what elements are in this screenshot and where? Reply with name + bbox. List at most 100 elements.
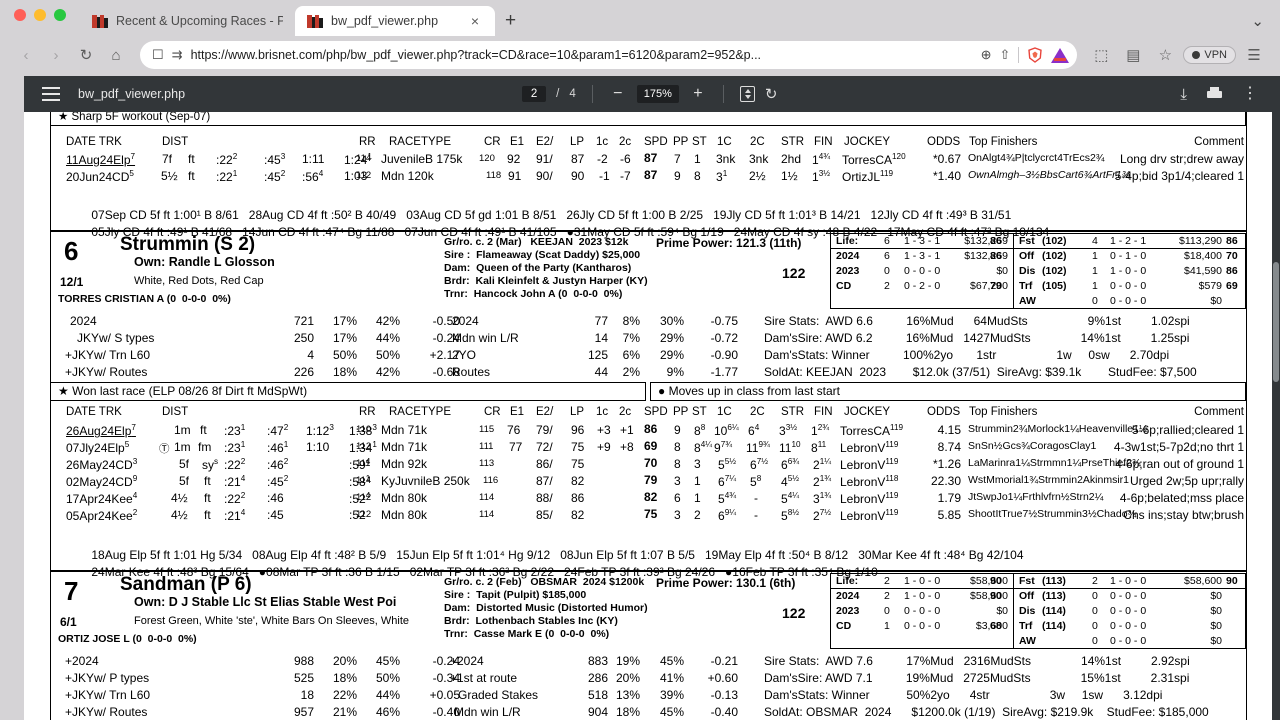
col-header-lp: LP xyxy=(570,406,585,418)
col-header-rr: RR xyxy=(359,136,376,148)
pp-row-str-pos: 45½ xyxy=(781,474,800,489)
pp-row-surface: ft xyxy=(204,491,211,505)
rotate-icon[interactable]: ↻ xyxy=(765,86,782,103)
record-left-spd: 90 xyxy=(990,575,1002,587)
pdf-download-icon[interactable]: ⤓ xyxy=(1180,86,1187,103)
record-right-par: (102) xyxy=(1042,235,1067,247)
pdf-zoom-out-button[interactable]: − xyxy=(609,86,627,102)
pdf-print-icon[interactable] xyxy=(1207,87,1222,101)
pp-row-st: 1 xyxy=(694,491,701,505)
home-button[interactable]: ⌂ xyxy=(102,41,130,69)
pdf-scrollbar[interactable] xyxy=(1272,112,1280,720)
shields-icon[interactable]: ⇉ xyxy=(172,47,183,63)
pdf-sidebar-toggle-icon[interactable] xyxy=(42,87,60,101)
record-left-starts: 6 xyxy=(884,250,890,262)
minimize-window-button[interactable] xyxy=(34,9,46,21)
pdf-page-stage[interactable]: ★ Sharp 5F workout (Sep-07) DATE TRK DIS… xyxy=(24,112,1280,720)
col-header-pp: PP xyxy=(673,136,689,148)
pp-row-lp: 82 xyxy=(571,508,585,522)
trainer-stat-itm: 9% xyxy=(666,365,684,379)
pp-row-spd: 69 xyxy=(644,439,658,453)
pp-row-spd: 86 xyxy=(644,422,658,436)
pp-row-frac2: :452 xyxy=(267,474,289,489)
pp-row-pp: 8 xyxy=(674,457,681,471)
pp-row-st: 1 xyxy=(694,152,701,166)
bookmark-icon[interactable]: ☐ xyxy=(152,47,164,63)
fit-page-icon[interactable] xyxy=(739,86,755,102)
divider xyxy=(1018,47,1020,63)
assigned-weight: 122 xyxy=(782,265,806,281)
record-right-label: Off xyxy=(1019,590,1035,602)
jockey-stat-label: +JKYw/ Routes xyxy=(65,365,148,379)
jockey-stat-starts: 18 xyxy=(300,688,314,702)
url-text[interactable]: https://www.brisnet.com/php/bw_pdf_viewe… xyxy=(191,48,973,62)
col-header-racetype: RACETYPE xyxy=(389,136,451,148)
window-menu-chevron-icon[interactable]: ⌄ xyxy=(1251,12,1264,30)
record-left-spd: 68 xyxy=(990,620,1002,632)
vpn-button[interactable]: VPN xyxy=(1183,46,1236,64)
program-number: 6 xyxy=(64,236,79,266)
trainer-stat-win: 7% xyxy=(622,331,640,345)
pp-row-rr: 112 xyxy=(356,441,372,452)
forward-button[interactable]: › xyxy=(42,41,70,69)
tab-bw-pdf-viewer[interactable]: bw_pdf_viewer.php × xyxy=(295,6,495,36)
tab-strip: Recent & Upcoming Races - Pow bw_pdf_vie… xyxy=(80,0,526,36)
wallet-icon[interactable]: ▤ xyxy=(1119,41,1147,69)
tab-title: bw_pdf_viewer.php xyxy=(331,14,439,28)
pp-row-surface: sys xyxy=(202,457,219,472)
jockey-stat-win: 21% xyxy=(332,705,357,719)
close-window-button[interactable] xyxy=(14,9,26,21)
close-tab-icon[interactable]: × xyxy=(467,13,483,29)
pp-row-cr: 114 xyxy=(479,509,495,520)
share-icon[interactable]: ⇧ xyxy=(999,47,1010,63)
pp-row-odds: 8.74 xyxy=(937,440,961,454)
pp-row-jockey: LebronV119 xyxy=(840,491,899,506)
note-box-sharp-workout xyxy=(50,112,1246,126)
jockey-stat-win: 22% xyxy=(332,688,357,702)
pp-row-jockey: LebronV119 xyxy=(840,440,899,455)
pdf-more-actions-icon[interactable]: ⋮ xyxy=(1242,86,1258,102)
turf-course-icon: Ⓣ xyxy=(159,443,170,455)
col-header-e2: E2/ xyxy=(536,406,554,418)
pp-row-pp: 7 xyxy=(674,152,681,166)
zoom-indicator-icon[interactable]: ⊕ xyxy=(981,47,992,63)
pp-row-rr: 112 xyxy=(356,170,372,181)
reload-button[interactable]: ↻ xyxy=(72,41,100,69)
pp-row-1c: +9 xyxy=(597,440,611,454)
pp-row-surface: fm xyxy=(198,440,212,454)
tab-recent-upcoming-races[interactable]: Recent & Upcoming Races - Pow xyxy=(80,6,295,36)
favorites-star-icon[interactable]: ☆ xyxy=(1151,41,1179,69)
pp-row-frac1: :231 xyxy=(224,440,246,455)
address-bar[interactable]: ☐ ⇉ https://www.brisnet.com/php/bw_pdf_v… xyxy=(140,41,1078,69)
pp-row-2C-pos: 3nk xyxy=(749,152,769,166)
pp-row-date: 26Aug24Elp7 xyxy=(66,423,136,438)
pdf-zoom-in-button[interactable]: + xyxy=(689,86,707,102)
pdf-zoom-level[interactable]: 175% xyxy=(636,85,679,103)
pp-row-frac2: :452 xyxy=(264,169,286,184)
trainer-stat-label: 2YO xyxy=(452,348,477,362)
pp-row-odds: *1.26 xyxy=(932,457,961,471)
horse-owner: Own: Randle L Glosson xyxy=(134,255,275,269)
pp-row-frac1: :231 xyxy=(224,423,246,438)
browser-menu-icon[interactable]: ☰ xyxy=(1240,41,1268,69)
col-header-2c: 2c xyxy=(619,136,632,148)
record-right-spd: 70 xyxy=(1226,250,1238,262)
col-header-comment: Comment xyxy=(1194,406,1244,418)
jockey-stat-starts: 988 xyxy=(293,654,314,668)
brave-shields-lion-icon[interactable] xyxy=(1027,47,1043,63)
maximize-window-button[interactable] xyxy=(54,9,66,21)
pp-row-e2: 79/ xyxy=(536,423,553,437)
pp-row-dist: 4½ xyxy=(171,491,188,505)
sidebar-toggle-icon[interactable]: ⬚ xyxy=(1087,41,1115,69)
sold-at-line: SoldAt: OBSMAR 2024 $1200.0k (1/19) Sire… xyxy=(764,705,1209,719)
pdf-scrollbar-thumb[interactable] xyxy=(1273,262,1279,382)
record-left-starts: 6 xyxy=(884,235,890,247)
record-right-earnings: $113,290 xyxy=(1178,235,1222,247)
pp-row-e1: 76 xyxy=(507,423,521,437)
pdf-page-number-input[interactable]: 2 xyxy=(522,86,547,102)
pp-row-2C-pos: - xyxy=(754,508,758,522)
brave-leo-ai-icon[interactable] xyxy=(1051,47,1070,63)
pp-row-racetype: KyJuvnileB 250k xyxy=(381,474,470,488)
new-tab-button[interactable]: + xyxy=(495,10,526,36)
back-button[interactable]: ‹ xyxy=(12,41,40,69)
